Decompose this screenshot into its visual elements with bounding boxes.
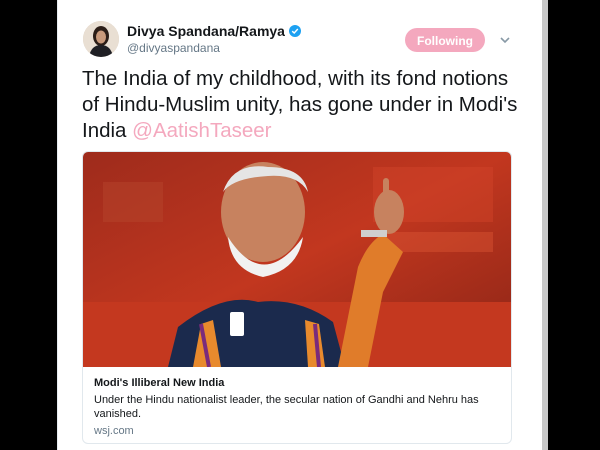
card-domain[interactable]: wsj.com	[94, 425, 134, 437]
chevron-down-icon[interactable]	[498, 33, 512, 47]
card-title[interactable]: Modi's Illiberal New India	[94, 377, 224, 389]
display-name[interactable]: Divya Spandana/Ramya	[127, 23, 301, 39]
scrollbar[interactable]	[542, 0, 548, 450]
card-image[interactable]	[83, 152, 511, 368]
link-card[interactable]: Modi's Illiberal New India Under the Hin…	[82, 151, 512, 444]
verified-badge-icon	[288, 25, 301, 37]
avatar[interactable]	[83, 21, 119, 57]
card-description: Under the Hindu nationalist leader, the …	[94, 394, 479, 420]
user-handle[interactable]: @divyaspandana	[127, 41, 220, 55]
display-name-text[interactable]: Divya Spandana/Ramya	[127, 23, 285, 39]
following-button[interactable]: Following	[405, 28, 485, 52]
tweet-container: Divya Spandana/Ramya @divyaspandana Foll…	[57, 0, 544, 450]
mention-link[interactable]: @AatishTaseer	[132, 119, 271, 142]
tweet-text: The India of my childhood, with its fond…	[82, 66, 522, 144]
